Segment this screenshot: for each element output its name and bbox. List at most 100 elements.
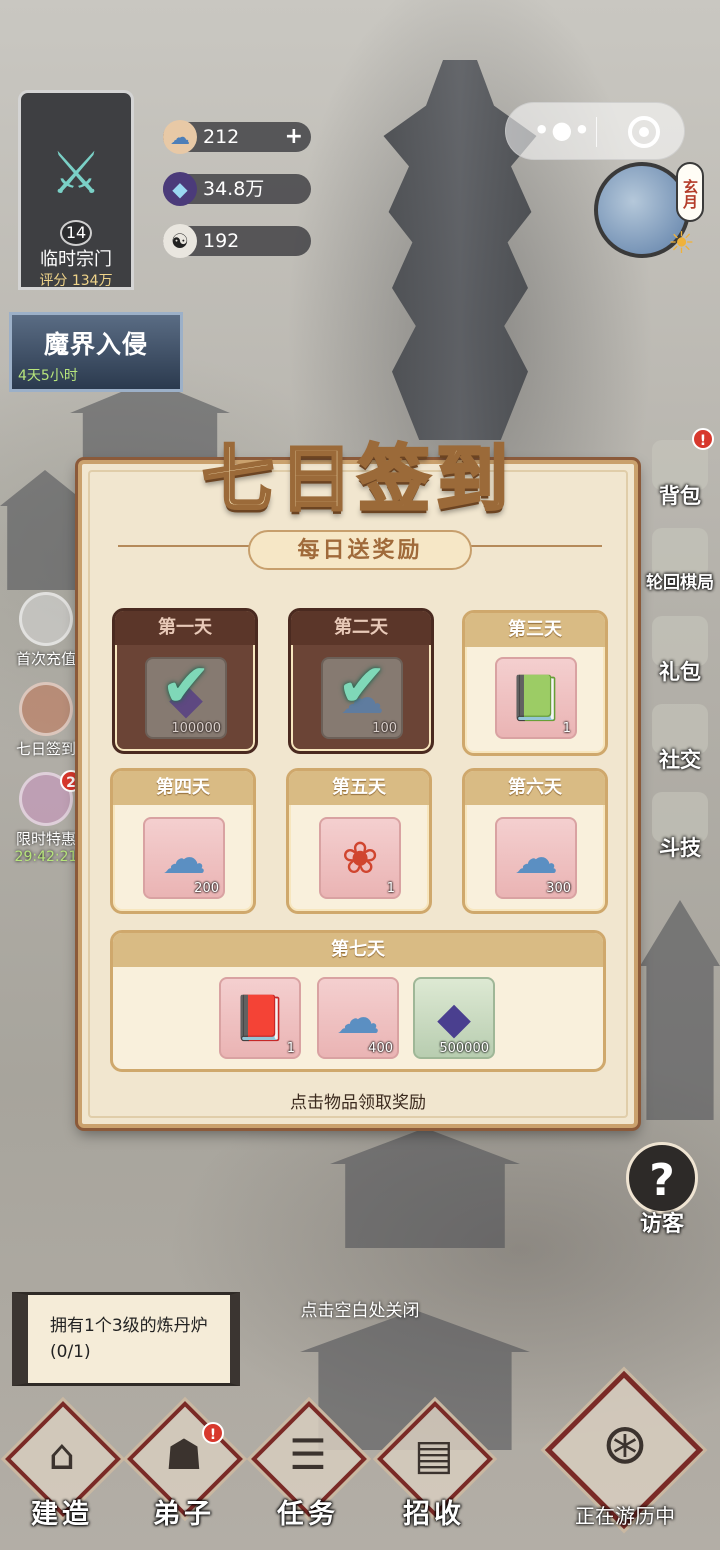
close-miniprogram-icon[interactable]	[628, 116, 660, 148]
backpack-label: 背包	[659, 483, 701, 508]
spirit-stone-icon: ◆	[437, 992, 471, 1044]
travel-label: 正在游历中	[575, 1504, 675, 1528]
claimed-check-icon: ✔	[337, 651, 388, 721]
day-label: 第七天	[113, 933, 603, 967]
backpack-button[interactable]: 背包	[644, 440, 716, 510]
day-card-3[interactable]: 第三天 📗 1	[462, 610, 608, 756]
quest-scroll[interactable]: 拥有1个3级的炼丹炉(0/1)	[12, 1292, 240, 1386]
recruit-card-icon: ▤	[414, 1430, 454, 1479]
golden-book-icon: 📕	[232, 993, 288, 1044]
chess-label: 轮回棋局	[646, 573, 714, 593]
nav-build[interactable]: ⌂ 建造	[5, 1401, 121, 1538]
event-timer: 4天5小时	[18, 368, 78, 384]
scroll-icon: ☰	[289, 1430, 327, 1479]
close-hint: 点击空白处关闭	[300, 1301, 420, 1321]
visitor-button[interactable]: ? 访客	[620, 1142, 704, 1238]
nav-label: 任务	[277, 1499, 339, 1530]
reward-qty: 1	[286, 1041, 295, 1056]
sun-icon: ☀	[668, 226, 695, 261]
dialog-title: 七日签到	[200, 435, 514, 523]
sect-badge[interactable]: ⚔ 14 临时宗门 评分 134万	[10, 80, 142, 290]
sect-name: 临时宗门	[40, 249, 112, 270]
day-label: 第四天	[113, 771, 253, 805]
notification-badge: !	[202, 1422, 224, 1444]
sword-emblem-icon: ⚔	[50, 139, 102, 207]
day-night-clock[interactable]: 玄月 ☀	[594, 162, 704, 272]
resource-value: 192	[203, 230, 240, 252]
day-label: 第六天	[465, 771, 605, 805]
day-label: 第五天	[289, 771, 429, 805]
reward-item[interactable]: ☁ 300	[495, 817, 577, 899]
visitor-label: 访客	[639, 1211, 684, 1237]
dialog-subtitle: 每日送奖励	[248, 530, 472, 570]
event-title: 魔界入侵	[43, 330, 148, 359]
travel-button[interactable]: ⊛ 正在游历中	[540, 1370, 710, 1546]
reward-item[interactable]: ☁ 400	[317, 977, 399, 1059]
gift-pack-label: 礼包	[659, 659, 701, 684]
seven-day-signin-button[interactable]: 七日签到	[6, 682, 86, 759]
seven-day-icon	[19, 682, 73, 736]
claimed-check-icon: ✔	[161, 651, 212, 721]
nav-label: 招收	[403, 1499, 465, 1530]
limited-offer-label: 限时特惠	[15, 830, 76, 848]
spirit-stone-icon: ◆	[163, 172, 197, 206]
sect-score: 评分 134万	[39, 273, 113, 289]
sect-level: 14	[60, 220, 92, 246]
reward-item[interactable]: ❀ 1	[319, 817, 401, 899]
resource-spirit-cloud[interactable]: ☁ 212 +	[163, 120, 311, 154]
reward-qty: 500000	[439, 1041, 489, 1056]
resource-spirit-stone[interactable]: ◆ 34.8万	[163, 172, 311, 206]
reward-qty: 1	[386, 881, 395, 896]
travel-icon: ⊛	[601, 1412, 649, 1477]
resource-yin-yang[interactable]: ☯ 192	[163, 224, 311, 258]
day-label: 第二天	[291, 611, 431, 645]
build-icon: ⌂	[48, 1430, 76, 1479]
add-icon[interactable]: +	[285, 122, 303, 152]
question-mark-icon: ?	[626, 1142, 698, 1214]
reward-item[interactable]: ◆ 500000	[413, 977, 495, 1059]
reward-qty: 400	[368, 1041, 393, 1056]
spirit-cloud-icon: ☁	[163, 120, 197, 154]
social-button[interactable]: 社交	[644, 704, 716, 774]
miniprogram-capsule: •●•	[505, 102, 685, 160]
day-card-5[interactable]: 第五天 ❀ 1	[286, 768, 432, 914]
reward-item[interactable]: ☁ 200	[143, 817, 225, 899]
day-label: 第三天	[465, 613, 605, 647]
spirit-cloud-icon: ☁	[162, 832, 206, 884]
nav-label: 弟子	[153, 1499, 215, 1530]
nav-task[interactable]: ☰ 任务	[251, 1401, 367, 1538]
red-pouch-icon: ❀	[341, 832, 379, 884]
quest-text: 拥有1个3级的炼丹炉(0/1)	[50, 1316, 208, 1362]
notification-badge: !	[692, 428, 714, 450]
nav-label: 建造	[31, 1499, 93, 1530]
day-label: 第一天	[115, 611, 255, 645]
reincarnation-chess-button[interactable]: 轮回棋局	[644, 528, 716, 593]
reward-item[interactable]: 📕 1	[219, 977, 301, 1059]
reward-qty: 200	[194, 881, 219, 896]
divider	[596, 117, 597, 147]
technique-book-icon: 📗	[508, 673, 564, 724]
demon-invasion-event[interactable]: 魔界入侵 4天5小时	[9, 312, 183, 392]
first-recharge-label: 首次充值	[15, 650, 76, 668]
arena-label: 斗技	[659, 835, 701, 860]
day-card-6[interactable]: 第六天 ☁ 300	[462, 768, 608, 914]
more-menu-icon[interactable]: •●•	[534, 116, 592, 144]
social-label: 社交	[659, 747, 701, 772]
reward-qty: 1	[562, 721, 571, 736]
spirit-cloud-icon: ☁	[336, 992, 380, 1044]
resource-value: 34.8万	[203, 178, 265, 200]
arena-button[interactable]: 斗技	[644, 792, 716, 862]
gift-pack-button[interactable]: 礼包	[644, 616, 716, 686]
day-card-1[interactable]: 第一天 ◆ 100000 ✔	[112, 608, 258, 754]
day-card-7[interactable]: 第七天 📕 1 ☁ 400 ◆ 500000	[110, 930, 606, 1072]
day-card-2[interactable]: 第二天 ☁ 100 ✔	[288, 608, 434, 754]
yin-yang-icon: ☯	[163, 224, 197, 258]
day-card-4[interactable]: 第四天 ☁ 200	[110, 768, 256, 914]
nav-recruit[interactable]: ▤ 招收	[377, 1401, 493, 1538]
reward-item[interactable]: 📗 1	[495, 657, 577, 739]
first-recharge-button[interactable]: 首次充值	[6, 592, 86, 669]
reward-qty: 100	[372, 721, 397, 736]
reward-qty: 100000	[171, 721, 221, 736]
reward-qty: 300	[546, 881, 571, 896]
spirit-cloud-icon: ☁	[514, 832, 558, 884]
